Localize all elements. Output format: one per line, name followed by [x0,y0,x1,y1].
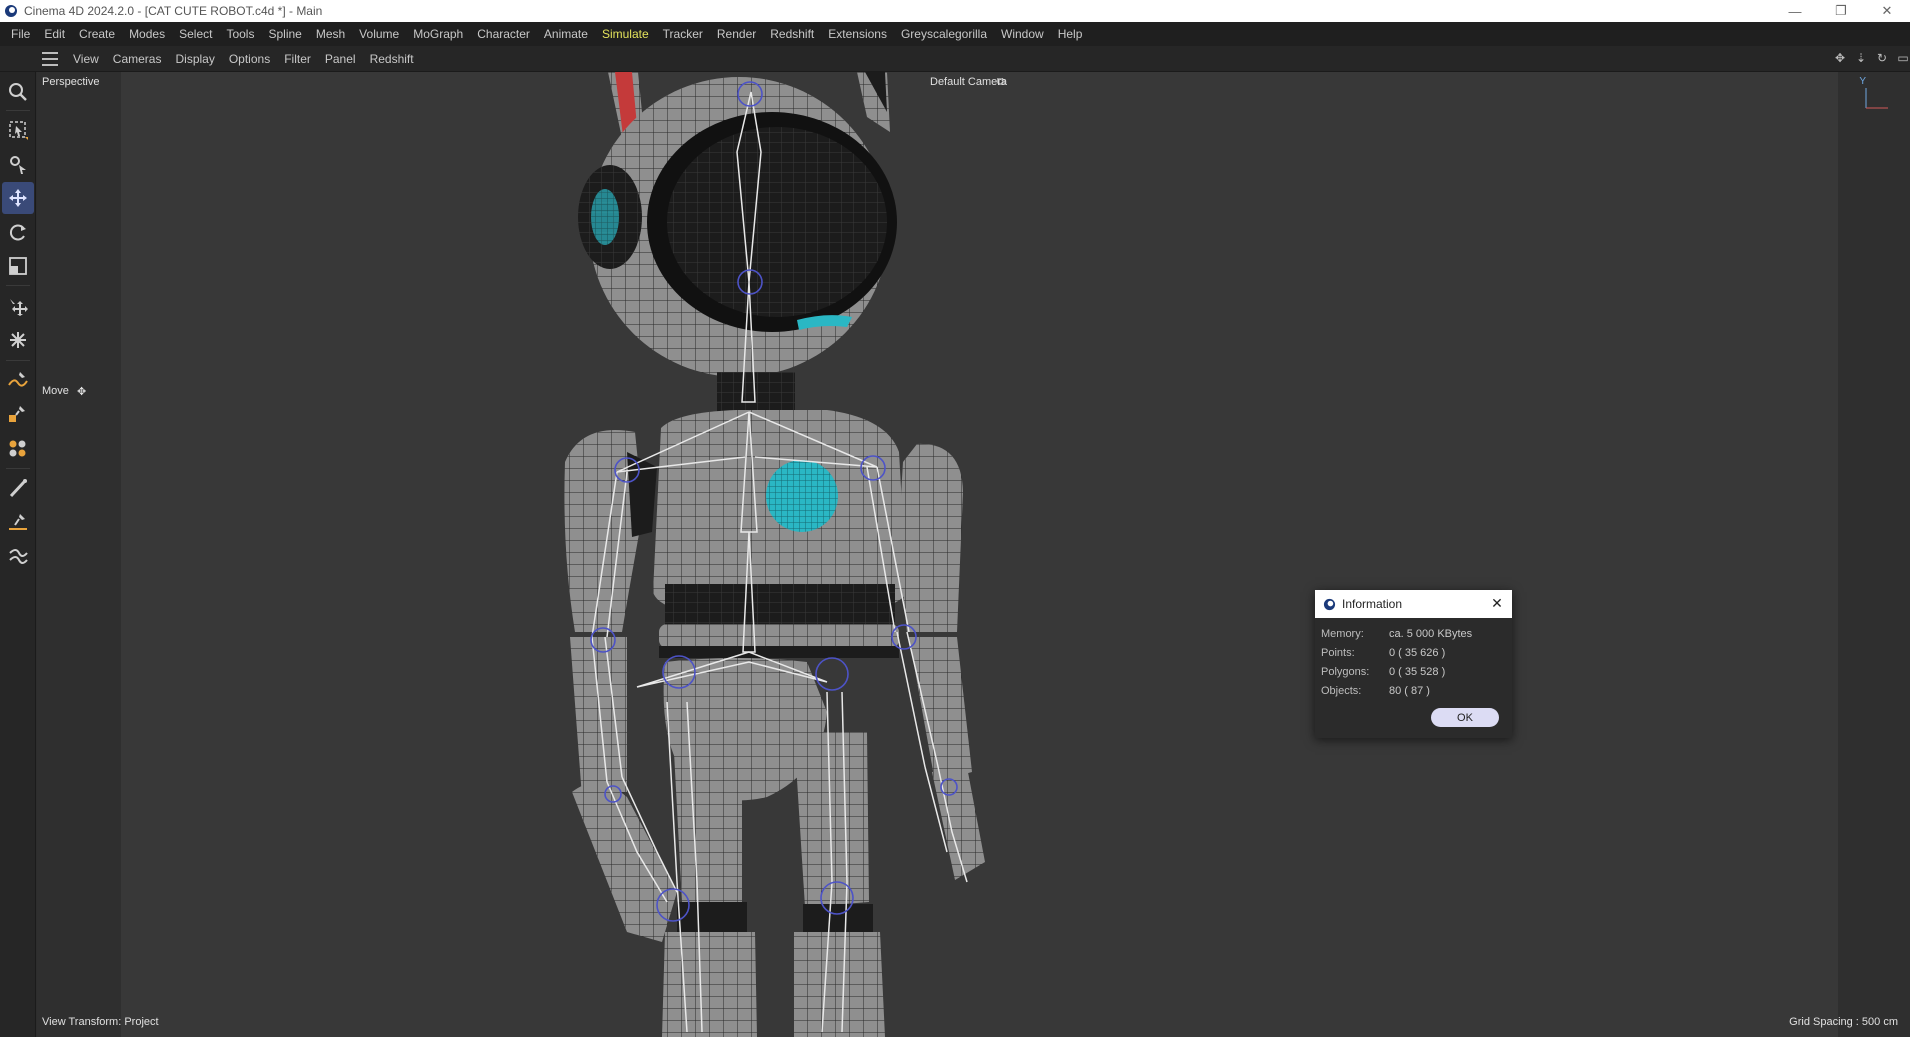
rotate-icon[interactable] [2,216,34,248]
menu-file[interactable]: File [4,22,37,46]
close-window-button[interactable]: ✕ [1864,0,1910,22]
active-tool-label: Move [42,385,69,397]
hamburger-menu-icon[interactable] [42,52,58,66]
search-icon[interactable] [2,76,34,108]
info-row-points: Points: 0 ( 35 626 ) [1321,646,1446,659]
character-icon[interactable] [2,432,34,464]
title-bar: Cinema 4D 2024.2.0 - [CAT CUTE ROBOT.c4d… [0,0,1910,22]
menu-tools[interactable]: Tools [219,22,261,46]
camera-label[interactable]: Default Camera [930,76,1007,88]
menu-edit[interactable]: Edit [37,22,72,46]
menu-redshift[interactable]: Redshift [763,22,821,46]
main-menu-bar: File Edit Create Modes Select Tools Spli… [0,22,1910,46]
cinema4d-logo-icon [1323,598,1336,610]
information-dialog: Information ✕ Memory: ca. 5 000 KBytes P… [1315,590,1512,738]
menu-greyscalegorilla[interactable]: Greyscalegorilla [894,22,994,46]
live-selection-icon[interactable] [2,114,34,146]
menu-help[interactable]: Help [1051,22,1090,46]
viewport-menu-display[interactable]: Display [168,52,221,66]
menu-modes[interactable]: Modes [122,22,172,46]
transform-icon[interactable] [2,324,34,356]
viewport-menu-panel[interactable]: Panel [318,52,363,66]
close-icon[interactable]: ✕ [1490,596,1504,610]
dialog-title: Information [1342,597,1403,611]
menu-extensions[interactable]: Extensions [821,22,894,46]
menu-select[interactable]: Select [172,22,219,46]
dialog-title-bar: Information [1315,590,1512,618]
menu-volume[interactable]: Volume [352,22,406,46]
menu-spline[interactable]: Spline [261,22,308,46]
viewport-menu-redshift[interactable]: Redshift [363,52,421,66]
3d-viewport[interactable]: Perspective Default Camera ⧉ Move ✥ View… [37,72,1910,1037]
scale-icon[interactable] [2,250,34,282]
move-icon[interactable] [2,182,34,214]
viewport-menu-view[interactable]: View [66,52,106,66]
camera-link-icon[interactable]: ⧉ [997,76,1005,89]
viewport-name-label: Perspective [42,76,100,88]
menu-character[interactable]: Character [470,22,537,46]
spline-tool-icon[interactable] [2,540,34,572]
axis-gizmo-icon [1865,88,1888,109]
grid-spacing-label: Grid Spacing : 500 cm [1789,1016,1898,1028]
menu-render[interactable]: Render [710,22,763,46]
viewport-menu-cameras[interactable]: Cameras [106,52,169,66]
toggle-view-icon[interactable]: ▭ [1896,51,1910,65]
menu-window[interactable]: Window [994,22,1051,46]
left-toolbar [0,72,36,1037]
window-title: Cinema 4D 2024.2.0 - [CAT CUTE ROBOT.c4d… [24,4,323,18]
selection-tools-icon[interactable] [2,148,34,180]
menu-animate[interactable]: Animate [537,22,595,46]
cinema4d-logo-icon [5,5,17,17]
move-along-icon[interactable] [2,290,34,322]
brush-icon[interactable] [2,472,34,504]
move-small-icon: ✥ [77,386,87,398]
viewport-menu-filter[interactable]: Filter [277,52,318,66]
menu-simulate[interactable]: Simulate [595,22,656,46]
restore-button[interactable]: ❐ [1818,0,1864,22]
pan-view-icon[interactable]: ✥ [1833,51,1847,65]
info-row-memory: Memory: ca. 5 000 KBytes [1321,627,1473,640]
ok-button[interactable]: OK [1431,708,1499,727]
menu-create[interactable]: Create [72,22,122,46]
spline-pen-icon[interactable] [2,364,34,396]
zoom-view-icon[interactable]: ⇣ [1854,51,1868,65]
rotate-view-icon[interactable]: ↻ [1875,51,1889,65]
info-row-polygons: Polygons: 0 ( 35 528 ) [1321,665,1446,678]
object-pen-icon[interactable] [2,398,34,430]
minimize-button[interactable]: — [1772,0,1818,22]
viewport-menu-options[interactable]: Options [222,52,277,66]
sketch-icon[interactable] [2,506,34,538]
info-row-objects: Objects: 80 ( 87 ) [1321,684,1430,697]
viewport-menu-bar: View Cameras Display Options Filter Pane… [0,46,1910,72]
menu-tracker[interactable]: Tracker [656,22,710,46]
menu-mograph[interactable]: MoGraph [406,22,470,46]
view-transform-label: View Transform: Project [42,1016,159,1028]
robot-model-wireframe[interactable] [37,72,1910,1037]
menu-mesh[interactable]: Mesh [309,22,352,46]
